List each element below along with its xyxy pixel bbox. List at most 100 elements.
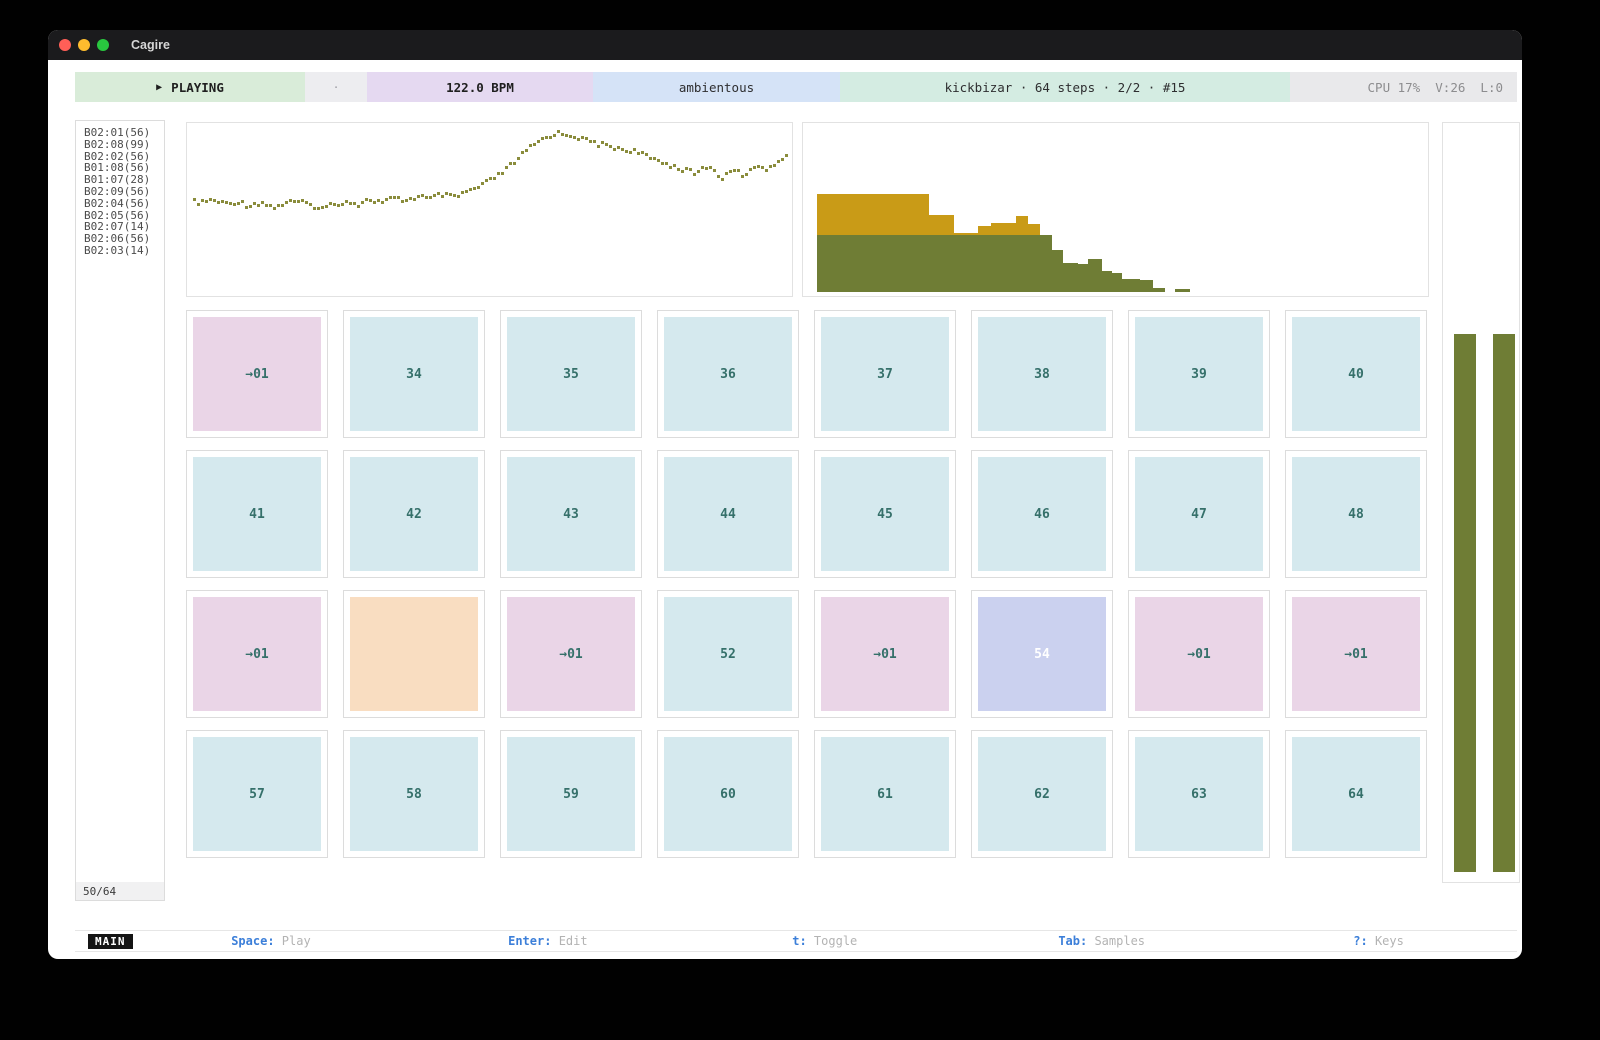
waveform-dot [601, 141, 604, 144]
pad[interactable]: 54 [971, 590, 1113, 718]
pad[interactable]: →01 [1285, 590, 1427, 718]
transport-status[interactable]: ▶ PLAYING [75, 72, 305, 102]
waveform-dot [521, 151, 524, 154]
pad[interactable]: →01 [1128, 590, 1270, 718]
histogram-lower-band [1102, 271, 1112, 292]
pad[interactable]: 41 [186, 450, 328, 578]
waveform-dot [329, 202, 332, 205]
bpm-display[interactable]: 122.0 BPM [367, 72, 593, 102]
pad[interactable]: 62 [971, 730, 1113, 858]
waveform-dot [373, 201, 376, 204]
histogram-bar [1140, 280, 1153, 292]
waveform-dot [717, 175, 720, 178]
waveform-dot [609, 145, 612, 148]
waveform-dot [437, 192, 440, 195]
pad[interactable]: 63 [1128, 730, 1270, 858]
waveform-dot [317, 207, 320, 210]
pad[interactable]: 39 [1128, 310, 1270, 438]
pad[interactable]: 37 [814, 310, 956, 438]
waveform-dot [721, 178, 724, 181]
waveform-dot [417, 195, 420, 198]
sample-list-item[interactable]: B02:09(56) [84, 186, 164, 198]
histogram-bar [1040, 235, 1052, 292]
waveform-dot [633, 148, 636, 151]
pad[interactable]: 60 [657, 730, 799, 858]
pad-label: →01 [193, 597, 321, 711]
waveform-dot [705, 167, 708, 170]
pad[interactable]: 42 [343, 450, 485, 578]
pad[interactable] [343, 590, 485, 718]
sample-list-item[interactable]: B02:08(99) [84, 139, 164, 151]
pad[interactable]: 59 [500, 730, 642, 858]
histogram-bar [1112, 273, 1122, 292]
pad[interactable]: →01 [500, 590, 642, 718]
hint-label: Samples [1087, 934, 1145, 948]
pad[interactable]: 40 [1285, 310, 1427, 438]
waveform-dot [773, 164, 776, 167]
pad[interactable]: 61 [814, 730, 956, 858]
title-bar[interactable]: Cagire [48, 30, 1522, 60]
pad[interactable]: 48 [1285, 450, 1427, 578]
waveform-dot [781, 158, 784, 161]
waveform-dot [741, 175, 744, 178]
separator-dot: · [333, 81, 340, 94]
pad[interactable]: 64 [1285, 730, 1427, 858]
waveform-dot [277, 204, 280, 207]
minimize-window-button[interactable] [78, 39, 90, 51]
footer-bar: MAIN Space: PlayEnter: Editt: ToggleTab:… [75, 930, 1517, 952]
waveform-dot [733, 169, 736, 172]
waveform-dot [233, 203, 236, 206]
keyboard-hint: Space: Play [133, 934, 410, 948]
histogram-upper-band [817, 194, 928, 235]
waveform-dot [301, 199, 304, 202]
pad-label: 34 [350, 317, 478, 431]
transport-status-label: PLAYING [171, 80, 224, 95]
histogram-lower-band [1063, 263, 1078, 292]
pad[interactable]: 58 [343, 730, 485, 858]
waveform-dot [589, 140, 592, 143]
pad-label: →01 [1135, 597, 1263, 711]
pad[interactable]: 44 [657, 450, 799, 578]
pad[interactable]: 57 [186, 730, 328, 858]
waveform-dot [649, 157, 652, 160]
pad[interactable]: →01 [186, 590, 328, 718]
pad[interactable]: →01 [814, 590, 956, 718]
sample-list-item[interactable]: B02:03(14) [84, 245, 164, 257]
pad-label: 54 [978, 597, 1106, 711]
pad[interactable]: 52 [657, 590, 799, 718]
kit-info-display: kickbizar · 64 steps · 2/2 · #15 [840, 72, 1290, 102]
pad[interactable]: 46 [971, 450, 1113, 578]
zoom-window-button[interactable] [97, 39, 109, 51]
waveform-dot [709, 166, 712, 169]
waveform-dot [689, 168, 692, 171]
pad-grid: →01343536373839404142434445464748→01→015… [186, 310, 1427, 858]
histogram-bar [954, 233, 979, 292]
pad[interactable]: 43 [500, 450, 642, 578]
sample-pack-display[interactable]: ambientous [593, 72, 840, 102]
pad[interactable]: 45 [814, 450, 956, 578]
pad[interactable]: 34 [343, 310, 485, 438]
histogram-lower-band [817, 235, 928, 292]
sample-list-item[interactable]: B02:04(56) [84, 198, 164, 210]
pad[interactable]: 47 [1128, 450, 1270, 578]
hint-label: Keys [1368, 934, 1404, 948]
pad[interactable]: 38 [971, 310, 1113, 438]
status-bar: ▶ PLAYING · 122.0 BPM ambientous kickbiz… [75, 72, 1517, 102]
sample-pack-name: ambientous [679, 80, 754, 95]
histogram-bar [1175, 289, 1190, 292]
waveform-dot [281, 204, 284, 207]
waveform-dot [293, 200, 296, 203]
pad[interactable]: 36 [657, 310, 799, 438]
pad[interactable]: 35 [500, 310, 642, 438]
waveform-dot [221, 200, 224, 203]
window-title: Cagire [131, 38, 170, 52]
waveform-dot [681, 170, 684, 173]
waveform-dot [209, 198, 212, 201]
histogram-lower-band [1153, 288, 1165, 292]
close-window-button[interactable] [59, 39, 71, 51]
waveform-dot [673, 164, 676, 167]
waveform-dot [217, 201, 220, 204]
pad[interactable]: →01 [186, 310, 328, 438]
waveform-dot [297, 200, 300, 203]
waveform-dot [573, 136, 576, 139]
